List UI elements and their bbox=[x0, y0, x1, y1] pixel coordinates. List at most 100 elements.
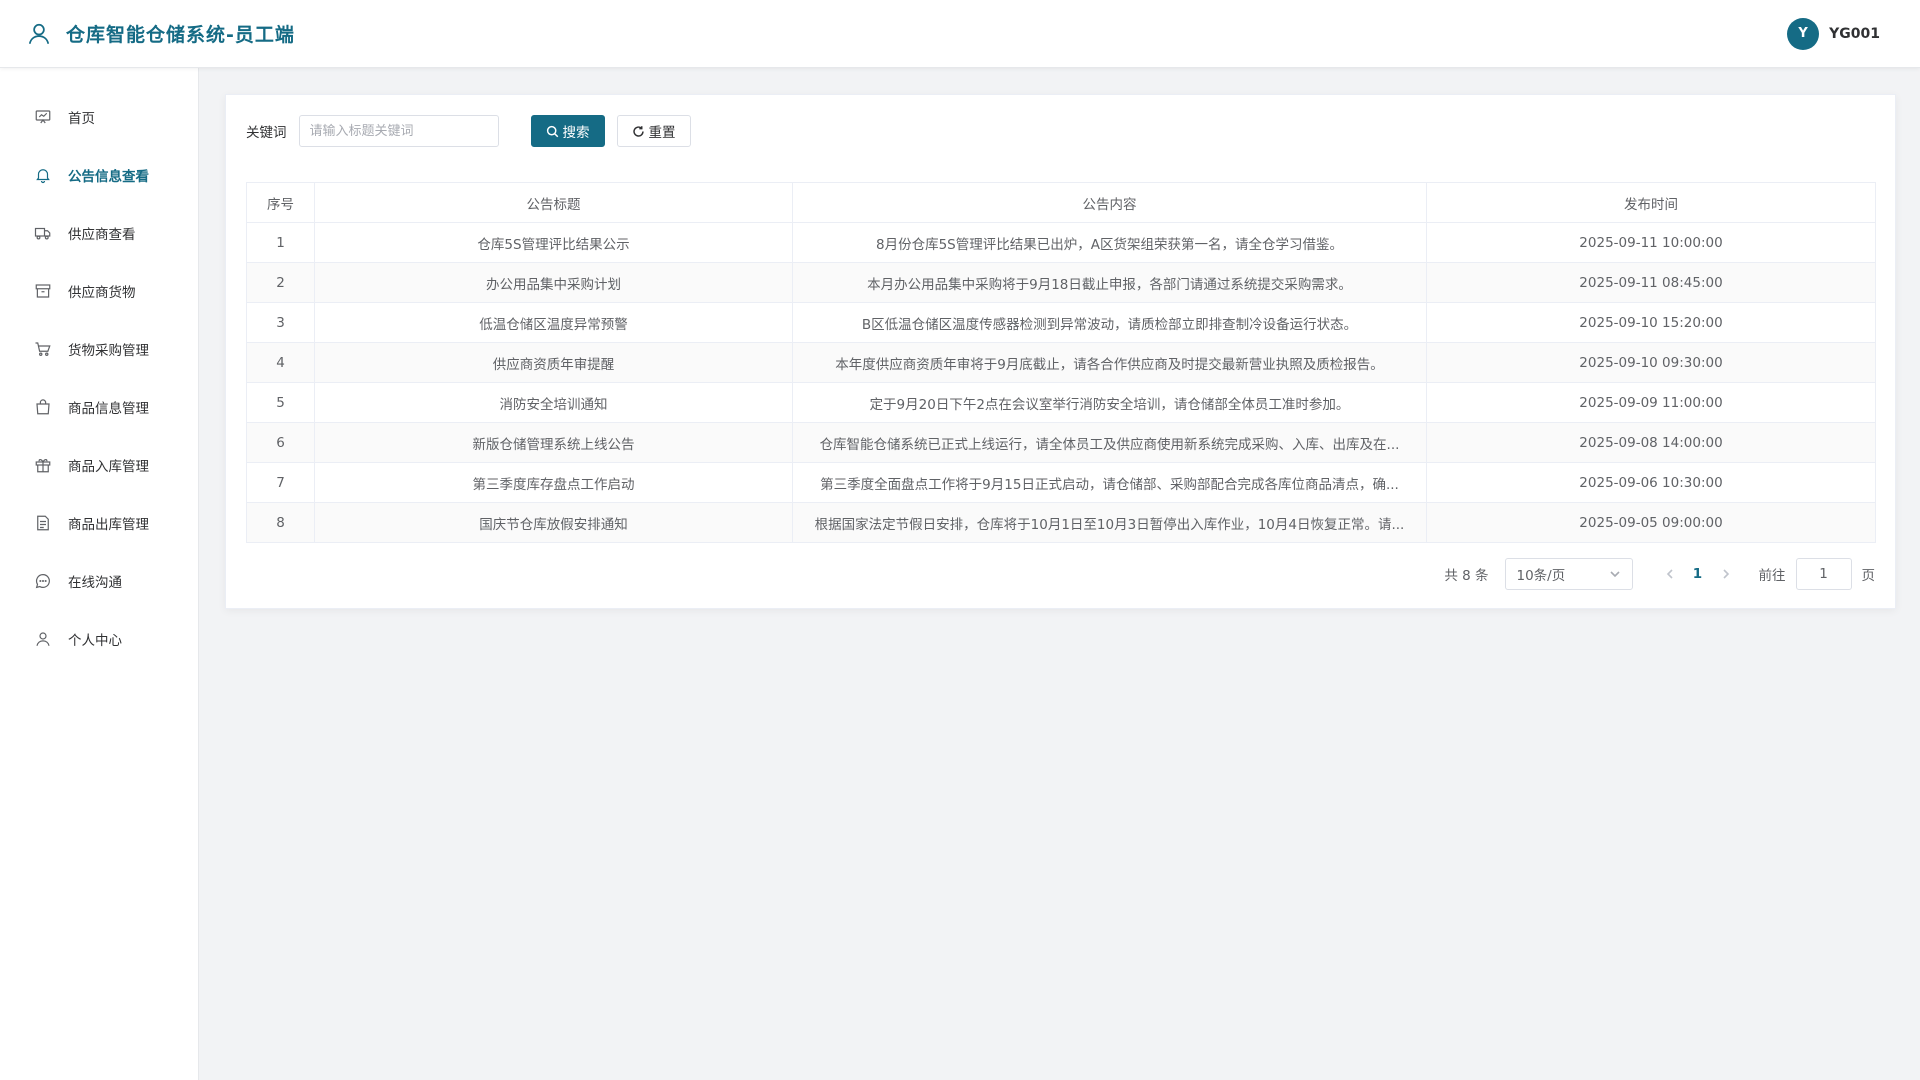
search-button[interactable]: 搜索 bbox=[530, 115, 605, 147]
sidebar-item-announcements[interactable]: 公告信息查看 bbox=[0, 146, 198, 204]
cell-time: 2025-09-06 10:30:00 bbox=[1426, 462, 1876, 503]
sidebar-item-supplier-goods[interactable]: 供应商货物 bbox=[0, 262, 198, 320]
next-page-button[interactable] bbox=[1715, 568, 1737, 580]
cell-content: 定于9月20日下午2点在会议室举行消防安全培训，请仓储部全体员工准时参加。 bbox=[792, 382, 1427, 423]
cell-index: 5 bbox=[246, 382, 315, 423]
page-suffix: 页 bbox=[1861, 568, 1876, 584]
bell-icon bbox=[36, 169, 50, 184]
cell-index: 8 bbox=[246, 502, 315, 543]
sidebar-item-chat[interactable]: 在线沟通 bbox=[0, 552, 198, 610]
box-icon bbox=[35, 284, 51, 298]
cell-title: 低温仓储区温度异常预警 bbox=[314, 302, 793, 343]
sidebar-item-label: 货物采购管理 bbox=[68, 343, 149, 359]
keyword-input[interactable] bbox=[298, 115, 499, 147]
cell-index: 1 bbox=[246, 222, 315, 263]
sidebar-item-home[interactable]: 首页 bbox=[0, 88, 198, 146]
cell-content: 仓库智能仓储系统已正式上线运行，请全体员工及供应商使用新系统完成采购、入库、出库… bbox=[792, 422, 1427, 463]
column-header: 序号 bbox=[246, 182, 315, 223]
page-size-value: 10条/页 bbox=[1516, 568, 1566, 584]
present-icon bbox=[35, 459, 51, 473]
column-header: 公告标题 bbox=[314, 182, 793, 223]
cell-content: 8月份仓库5S管理评比结果已出炉，A区货架组荣获第一名，请全仓学习借鉴。 bbox=[792, 222, 1427, 263]
table-row[interactable]: 2 办公用品集中采购计划 本月办公用品集中采购将于9月18日截止申报，各部门请通… bbox=[246, 262, 1876, 303]
page-number-current[interactable]: 1 bbox=[1681, 566, 1715, 582]
document-icon bbox=[37, 515, 49, 531]
truck-icon bbox=[34, 227, 51, 240]
goto-label: 前往 bbox=[1758, 568, 1786, 584]
app-title: 仓库智能仓储系统-员工端 bbox=[66, 24, 295, 46]
cell-time: 2025-09-08 14:00:00 bbox=[1426, 422, 1876, 463]
cell-title: 第三季度库存盘点工作启动 bbox=[314, 462, 793, 503]
sidebar-item-label: 公告信息查看 bbox=[68, 169, 149, 185]
user-outline-icon bbox=[28, 23, 50, 44]
search-toolbar: 关键词 搜索 重置 bbox=[246, 115, 1875, 147]
cell-title: 办公用品集中采购计划 bbox=[314, 262, 793, 303]
cell-content: 本年度供应商资质年审将于9月底截止，请各合作供应商及时提交最新营业执照及质检报告… bbox=[792, 342, 1427, 383]
announcement-table: 序号 公告标题 公告内容 发布时间 1 仓库5S管理评比结果公示 8月份仓库5S… bbox=[246, 182, 1876, 543]
cell-index: 2 bbox=[246, 262, 315, 303]
chevron-left-icon bbox=[1666, 569, 1673, 579]
column-header: 公告内容 bbox=[792, 182, 1427, 223]
avatar[interactable]: Y bbox=[1787, 17, 1820, 50]
cell-content: 根据国家法定节假日安排，仓库将于10月1日至10月3日暂停出入库作业，10月4日… bbox=[792, 502, 1427, 543]
search-icon bbox=[546, 125, 558, 137]
cell-index: 4 bbox=[246, 342, 315, 383]
sidebar-item-product-info[interactable]: 商品信息管理 bbox=[0, 378, 198, 436]
cell-title: 消防安全培训通知 bbox=[314, 382, 793, 423]
user-name[interactable]: YG001 bbox=[1829, 26, 1880, 42]
table-row[interactable]: 3 低温仓储区温度异常预警 B区低温仓储区温度传感器检测到异常波动，请质检部立即… bbox=[246, 302, 1876, 343]
cell-time: 2025-09-05 09:00:00 bbox=[1426, 502, 1876, 543]
brand: 仓库智能仓储系统-员工端 bbox=[26, 20, 295, 47]
keyword-label: 关键词 bbox=[246, 125, 287, 141]
cell-title: 新版仓储管理系统上线公告 bbox=[314, 422, 793, 463]
reset-button-label: 重置 bbox=[648, 125, 676, 141]
cell-content: B区低温仓储区温度传感器检测到异常波动，请质检部立即排查制冷设备运行状态。 bbox=[792, 302, 1427, 343]
sidebar-item-label: 首页 bbox=[68, 111, 95, 127]
chat-icon bbox=[35, 574, 50, 589]
sidebar-item-outbound[interactable]: 商品出库管理 bbox=[0, 494, 198, 552]
table-row[interactable]: 8 国庆节仓库放假安排通知 根据国家法定节假日安排，仓库将于10月1日至10月3… bbox=[246, 502, 1876, 543]
chevron-right-icon bbox=[1722, 569, 1729, 579]
table-row[interactable]: 5 消防安全培训通知 定于9月20日下午2点在会议室举行消防安全培训，请仓储部全… bbox=[246, 382, 1876, 423]
pagination: 共 8 条 10条/页 1 前往 页 bbox=[246, 557, 1875, 591]
cell-time: 2025-09-10 15:20:00 bbox=[1426, 302, 1876, 343]
page-size-select[interactable]: 10条/页 bbox=[1504, 558, 1633, 590]
sidebar-item-label: 商品出库管理 bbox=[68, 517, 149, 533]
sidebar: 首页 公告信息查看 供应商查看 供应商货物 货物采购管理 商品信息管理 商品入库… bbox=[0, 68, 199, 1080]
announcement-card: 关键词 搜索 重置 序号 公告标题 公告内容 发布时间 1 仓库5S管理评比结果… bbox=[225, 94, 1896, 609]
cell-index: 6 bbox=[246, 422, 315, 463]
sidebar-item-purchasing[interactable]: 货物采购管理 bbox=[0, 320, 198, 378]
cell-time: 2025-09-10 09:30:00 bbox=[1426, 342, 1876, 383]
pagination-total: 共 8 条 bbox=[1444, 568, 1489, 584]
cell-content: 本月办公用品集中采购将于9月18日截止申报，各部门请通过系统提交采购需求。 bbox=[792, 262, 1427, 303]
cell-time: 2025-09-11 10:00:00 bbox=[1426, 222, 1876, 263]
sidebar-item-label: 商品入库管理 bbox=[68, 459, 149, 475]
sidebar-item-suppliers[interactable]: 供应商查看 bbox=[0, 204, 198, 262]
user-icon bbox=[36, 632, 50, 646]
table-row[interactable]: 6 新版仓储管理系统上线公告 仓库智能仓储系统已正式上线运行，请全体员工及供应商… bbox=[246, 422, 1876, 463]
goto-page-input[interactable] bbox=[1795, 558, 1852, 590]
table-row[interactable]: 7 第三季度库存盘点工作启动 第三季度全面盘点工作将于9月15日正式启动，请仓储… bbox=[246, 462, 1876, 503]
chevron-down-icon bbox=[1609, 571, 1620, 578]
reset-button[interactable]: 重置 bbox=[616, 115, 691, 147]
refresh-icon bbox=[632, 125, 644, 137]
cell-title: 国庆节仓库放假安排通知 bbox=[314, 502, 793, 543]
prev-page-button[interactable] bbox=[1659, 568, 1681, 580]
sidebar-item-label: 个人中心 bbox=[68, 633, 122, 649]
cell-time: 2025-09-11 08:45:00 bbox=[1426, 262, 1876, 303]
cell-time: 2025-09-09 11:00:00 bbox=[1426, 382, 1876, 423]
home-board-icon bbox=[35, 110, 51, 124]
cell-title: 供应商资质年审提醒 bbox=[314, 342, 793, 383]
app-header: 仓库智能仓储系统-员工端 Y YG001 bbox=[0, 0, 1920, 68]
user-menu[interactable]: Y YG001 bbox=[1787, 17, 1880, 50]
table-row[interactable]: 4 供应商资质年审提醒 本年度供应商资质年审将于9月底截止，请各合作供应商及时提… bbox=[246, 342, 1876, 383]
table-header-row: 序号 公告标题 公告内容 发布时间 bbox=[246, 182, 1876, 223]
cell-title: 仓库5S管理评比结果公示 bbox=[314, 222, 793, 263]
column-header: 发布时间 bbox=[1426, 182, 1876, 223]
cell-index: 7 bbox=[246, 462, 315, 503]
bag-icon bbox=[36, 399, 50, 415]
sidebar-item-profile[interactable]: 个人中心 bbox=[0, 610, 198, 668]
sidebar-item-label: 在线沟通 bbox=[68, 575, 122, 591]
sidebar-item-inbound[interactable]: 商品入库管理 bbox=[0, 436, 198, 494]
table-row[interactable]: 1 仓库5S管理评比结果公示 8月份仓库5S管理评比结果已出炉，A区货架组荣获第… bbox=[246, 222, 1876, 263]
